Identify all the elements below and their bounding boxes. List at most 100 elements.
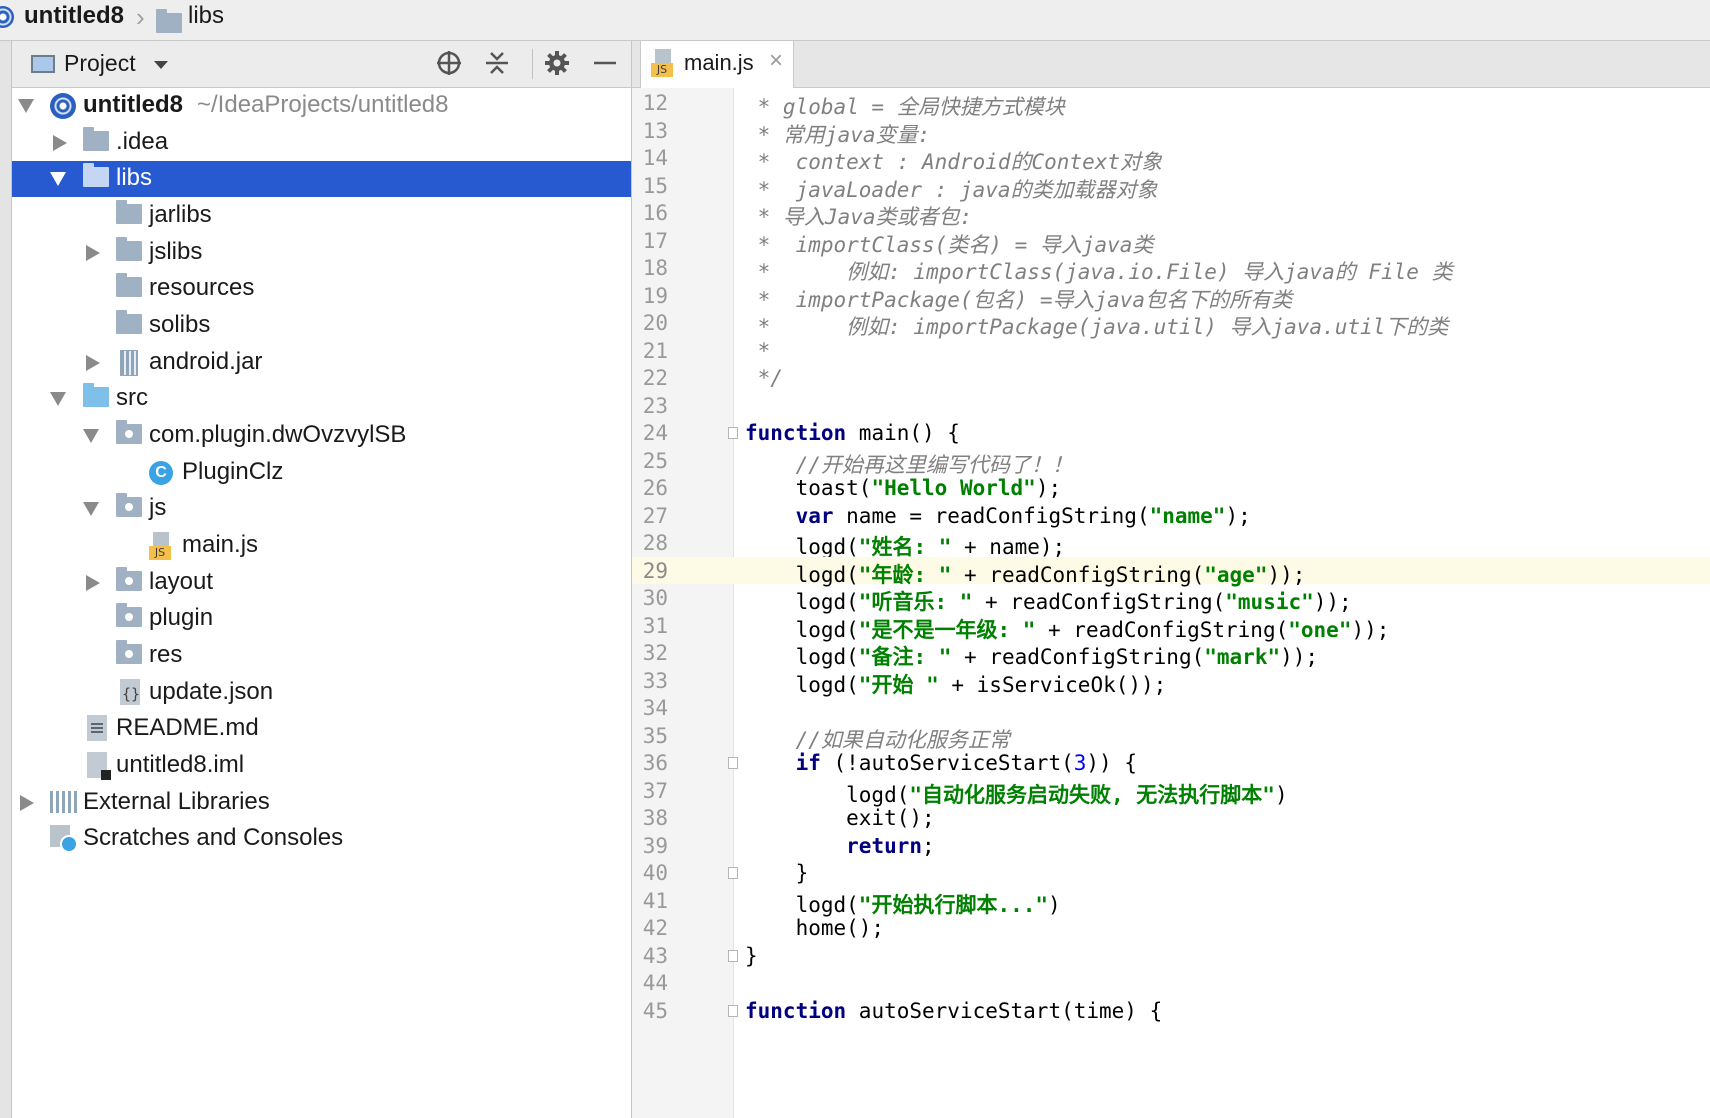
- code-line[interactable]: 36 if (!autoServiceStart(3)) {: [632, 749, 1710, 777]
- line-number: 38: [642, 806, 668, 830]
- locate-icon[interactable]: [434, 49, 464, 79]
- tree-item-scratches[interactable]: Scratches and Consoles: [12, 821, 631, 857]
- code-line[interactable]: 27 var name = readConfigString("name");: [632, 502, 1710, 530]
- fold-marker-icon[interactable]: [728, 867, 738, 879]
- code-line[interactable]: 28 logd("姓名: " + name);: [632, 529, 1710, 559]
- code-line[interactable]: 16 * 导入Java类或者包:: [632, 199, 1710, 229]
- code-line[interactable]: 25 //开始再这里编写代码了！！: [632, 447, 1710, 477]
- close-icon[interactable]: ×: [769, 47, 783, 75]
- scratches-icon: [50, 825, 78, 853]
- tree-item-update-json[interactable]: {} update.json: [12, 675, 631, 711]
- tree-item-readme[interactable]: README.md: [12, 711, 631, 747]
- tree-item-idea[interactable]: .idea: [12, 125, 631, 161]
- tree-item-label: Scratches and Consoles: [83, 824, 344, 851]
- collapse-icon[interactable]: [482, 49, 512, 79]
- chevron-down-icon[interactable]: [83, 502, 99, 516]
- code-line[interactable]: 38 exit();: [632, 804, 1710, 832]
- code-line[interactable]: 14 * context : Android的Context对象: [632, 144, 1710, 174]
- code-line[interactable]: 33 logd("开始 " + isServiceOk());: [632, 667, 1710, 697]
- chevron-down-icon[interactable]: [50, 172, 66, 186]
- breadcrumb-folder[interactable]: libs: [188, 2, 224, 30]
- project-panel-header: Project: [12, 41, 631, 88]
- code-line[interactable]: 17 * importClass(类名) = 导入java类: [632, 227, 1710, 257]
- code-token: "mark": [1204, 645, 1281, 669]
- tree-item-solibs[interactable]: solibs: [12, 308, 631, 344]
- line-number: 22: [642, 366, 668, 390]
- tree-item-pluginclz[interactable]: C PluginClz: [12, 455, 631, 491]
- tree-item-external-libraries[interactable]: External Libraries: [12, 785, 631, 821]
- code-token: * 例如: importClass(java.io.File) 导入java的 …: [745, 260, 1453, 284]
- code-line[interactable]: 29 logd("年龄: " + readConfigString("age")…: [632, 556, 1710, 587]
- chevron-down-icon[interactable]: [83, 429, 99, 443]
- tree-item-untitled8[interactable]: untitled8 ~/IdeaProjects/untitled8: [12, 88, 631, 124]
- code-line[interactable]: 45 function autoServiceStart(time) {: [632, 997, 1710, 1025]
- tree-item-jslibs[interactable]: jslibs: [12, 235, 631, 271]
- tree-item-src[interactable]: src: [12, 381, 631, 417]
- chevron-right-icon[interactable]: [86, 245, 100, 261]
- project-view-selector[interactable]: Project: [64, 50, 136, 77]
- chevron-right-icon[interactable]: [86, 355, 100, 371]
- tree-item-layout[interactable]: layout: [12, 565, 631, 601]
- code-line[interactable]: 21 *: [632, 337, 1710, 365]
- tree-item-package[interactable]: com.plugin.dwOvzvylSB: [12, 418, 631, 454]
- tree-item-jarlibs[interactable]: jarlibs: [12, 198, 631, 234]
- code-line[interactable]: 15 * javaLoader : java的类加载器对象: [632, 172, 1710, 202]
- code-line[interactable]: 19 * importPackage(包名) =导入java包名下的所有类: [632, 282, 1710, 312]
- chevron-down-icon[interactable]: [50, 392, 66, 406]
- chevron-down-icon[interactable]: [154, 61, 168, 69]
- code-token: + readConfigString(: [951, 645, 1205, 669]
- tree-item-libs[interactable]: libs: [12, 161, 631, 197]
- code-line[interactable]: 20 * 例如: importPackage(java.util) 导入java…: [632, 309, 1710, 339]
- code-line[interactable]: 18 * 例如: importClass(java.io.File) 导入jav…: [632, 254, 1710, 284]
- code-token: + readConfigString(: [972, 590, 1226, 614]
- fold-marker-icon[interactable]: [728, 1004, 738, 1017]
- code-line[interactable]: 31 logd("是不是一年级: " + readConfigString("o…: [632, 612, 1710, 642]
- tree-item-label: resources: [149, 274, 255, 301]
- iml-file-icon: [87, 752, 111, 780]
- code-line[interactable]: 32 logd("备注: " + readConfigString("mark"…: [632, 639, 1710, 669]
- navigation-bar: untitled8 › libs: [0, 0, 1710, 41]
- chevron-right-icon[interactable]: [53, 135, 67, 151]
- code-line[interactable]: 12 * global = 全局快捷方式模块: [632, 89, 1710, 119]
- code-line[interactable]: 24 function main() {: [632, 419, 1710, 447]
- breadcrumb-project[interactable]: untitled8: [24, 2, 124, 30]
- code-line[interactable]: 42 home();: [632, 914, 1710, 942]
- code-line[interactable]: 22 */: [632, 364, 1710, 392]
- chevron-down-icon[interactable]: [18, 99, 34, 113]
- code-token: * global = 全局快捷方式模块: [745, 95, 1065, 119]
- code-text: function main() {: [745, 421, 960, 445]
- code-line[interactable]: 43}: [632, 942, 1710, 970]
- code-line[interactable]: 37 logd("自动化服务启动失败, 无法执行脚本"): [632, 777, 1710, 807]
- code-line[interactable]: 26 toast("Hello World");: [632, 474, 1710, 502]
- gear-icon[interactable]: [542, 49, 572, 79]
- code-token: name = readConfigString(: [833, 503, 1150, 528]
- code-line[interactable]: 44: [632, 969, 1710, 997]
- code-line[interactable]: 40 }: [632, 859, 1710, 887]
- tree-item-js[interactable]: js: [12, 491, 631, 527]
- tree-item-res[interactable]: res: [12, 638, 631, 674]
- code-line[interactable]: 41 logd("开始执行脚本..."): [632, 887, 1710, 917]
- code-line[interactable]: 34: [632, 694, 1710, 722]
- tree-item-android-jar[interactable]: android.jar: [12, 345, 631, 381]
- tree-item-iml[interactable]: untitled8.iml: [12, 748, 631, 784]
- chevron-right-icon[interactable]: [20, 795, 34, 811]
- fold-marker-icon[interactable]: [728, 427, 738, 439]
- fold-marker-icon[interactable]: [728, 757, 738, 769]
- line-number: 27: [642, 503, 668, 528]
- code-line[interactable]: 13 * 常用java变量:: [632, 117, 1710, 147]
- tree-item-plugin[interactable]: plugin: [12, 601, 631, 637]
- code-editor[interactable]: 12 * global = 全局快捷方式模块 13 * 常用java变量: 14 *…: [632, 88, 1710, 1118]
- tab-main-js[interactable]: JS main.js ×: [640, 41, 794, 88]
- package-icon: [116, 420, 142, 444]
- code-line[interactable]: 35 //如果自动化服务正常: [632, 722, 1710, 752]
- code-line[interactable]: 30 logd("听音乐: " + readConfigString("musi…: [632, 584, 1710, 614]
- code-token: "开始 ": [858, 672, 939, 697]
- tree-item-resources[interactable]: resources: [12, 271, 631, 307]
- tree-item-main-js[interactable]: JS main.js: [12, 528, 631, 564]
- minimize-icon[interactable]: [590, 49, 620, 79]
- code-line[interactable]: 39 return;: [632, 832, 1710, 860]
- fold-marker-icon[interactable]: [728, 949, 738, 962]
- code-line[interactable]: 23: [632, 392, 1710, 420]
- chevron-right-icon[interactable]: [86, 575, 100, 591]
